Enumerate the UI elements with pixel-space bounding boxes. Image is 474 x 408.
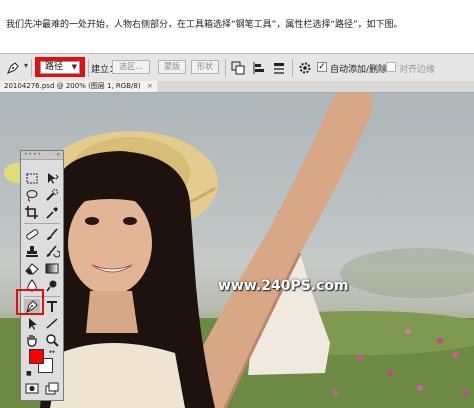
tools-panel: •••• « ■ ↔: [20, 150, 64, 401]
type-tool-icon[interactable]: [44, 299, 60, 314]
document-tab[interactable]: 20104276.psd @ 200% (图层 1, RGB/8) ×: [0, 81, 157, 92]
history-brush-tool-icon[interactable]: [44, 244, 60, 259]
hand-tool-icon[interactable]: [24, 333, 40, 348]
make-mask-button[interactable]: 蒙版: [158, 60, 186, 74]
eraser-tool-icon[interactable]: [24, 261, 40, 276]
pen-tool-highlight: [16, 289, 44, 315]
mode-select-value: 路径: [45, 62, 64, 72]
chevron-down-icon: ▼: [71, 63, 77, 71]
screen-mode-icon[interactable]: [44, 381, 60, 396]
eyedropper-tool-icon[interactable]: [44, 205, 60, 220]
auto-add-delete-label: 自动添加/删除: [330, 65, 388, 75]
spot-healing-brush-tool-icon[interactable]: [24, 227, 40, 242]
divider: [31, 59, 32, 77]
divider: [24, 223, 60, 224]
options-bar: ▾ 路径 ▼ 建立： 选区... 蒙版 形状 ✓ 自动添加/删除 对齐边缘: [0, 53, 474, 83]
document-tab-title: 20104276.psd @ 200% (图层 1, RGB/8): [4, 82, 141, 90]
move-tool-icon[interactable]: [44, 171, 60, 186]
divider: [225, 59, 226, 77]
foreground-color-swatch[interactable]: [29, 349, 44, 364]
swap-colors-icon[interactable]: ↔: [49, 348, 55, 356]
watermark-text: www.240PS.com: [218, 278, 349, 294]
lasso-tool-icon[interactable]: [24, 188, 40, 203]
collapse-icon[interactable]: «: [56, 151, 60, 159]
clone-stamp-tool-icon[interactable]: [24, 244, 40, 259]
path-arrangement-icon[interactable]: [272, 60, 286, 74]
align-edges-checkbox[interactable]: [386, 62, 396, 72]
document-tab-bar: 20104276.psd @ 200% (图层 1, RGB/8) ×: [0, 81, 474, 93]
photo-illustration: [0, 93, 474, 408]
align-edges-label: 对齐边缘: [399, 65, 436, 75]
tool-preset-dropdown-icon[interactable]: ▾: [24, 61, 28, 70]
auto-add-delete-checkbox[interactable]: ✓: [317, 62, 327, 72]
mode-select-highlight: 路径 ▼: [35, 57, 85, 77]
divider: [292, 59, 293, 77]
dodge-tool-icon[interactable]: [44, 278, 60, 293]
crop-tool-icon[interactable]: [24, 205, 40, 220]
path-alignment-icon[interactable]: [252, 60, 266, 74]
make-selection-button[interactable]: 选区...: [112, 60, 150, 74]
grip-icon[interactable]: ••••: [24, 152, 42, 158]
close-icon[interactable]: ×: [147, 82, 153, 90]
document-canvas[interactable]: www.240PS.com: [0, 93, 474, 408]
path-selection-tool-icon[interactable]: [24, 316, 40, 331]
quick-mask-icon[interactable]: [24, 381, 40, 396]
rectangular-marquee-tool-icon[interactable]: [24, 171, 40, 186]
make-shape-button[interactable]: 形状: [191, 60, 219, 74]
tools-panel-header[interactable]: •••• «: [21, 151, 63, 160]
pen-tool-icon[interactable]: [6, 60, 20, 74]
mode-select[interactable]: 路径 ▼: [40, 61, 80, 74]
tutorial-caption: 我们先冲最难的一处开始，人物右侧部分，在工具箱选择“钢笔工具”，属性栏选择“路径…: [6, 20, 403, 30]
brush-tool-icon[interactable]: [44, 227, 60, 242]
rectangle-tool-icon[interactable]: [44, 316, 60, 331]
default-colors-icon[interactable]: ■: [26, 370, 32, 377]
gradient-tool-icon[interactable]: [44, 261, 60, 276]
zoom-tool-icon[interactable]: [44, 333, 60, 348]
divider: [88, 59, 89, 77]
path-operations-icon[interactable]: [231, 60, 245, 75]
gear-icon[interactable]: [298, 60, 312, 74]
quick-selection-tool-icon[interactable]: [44, 188, 60, 203]
